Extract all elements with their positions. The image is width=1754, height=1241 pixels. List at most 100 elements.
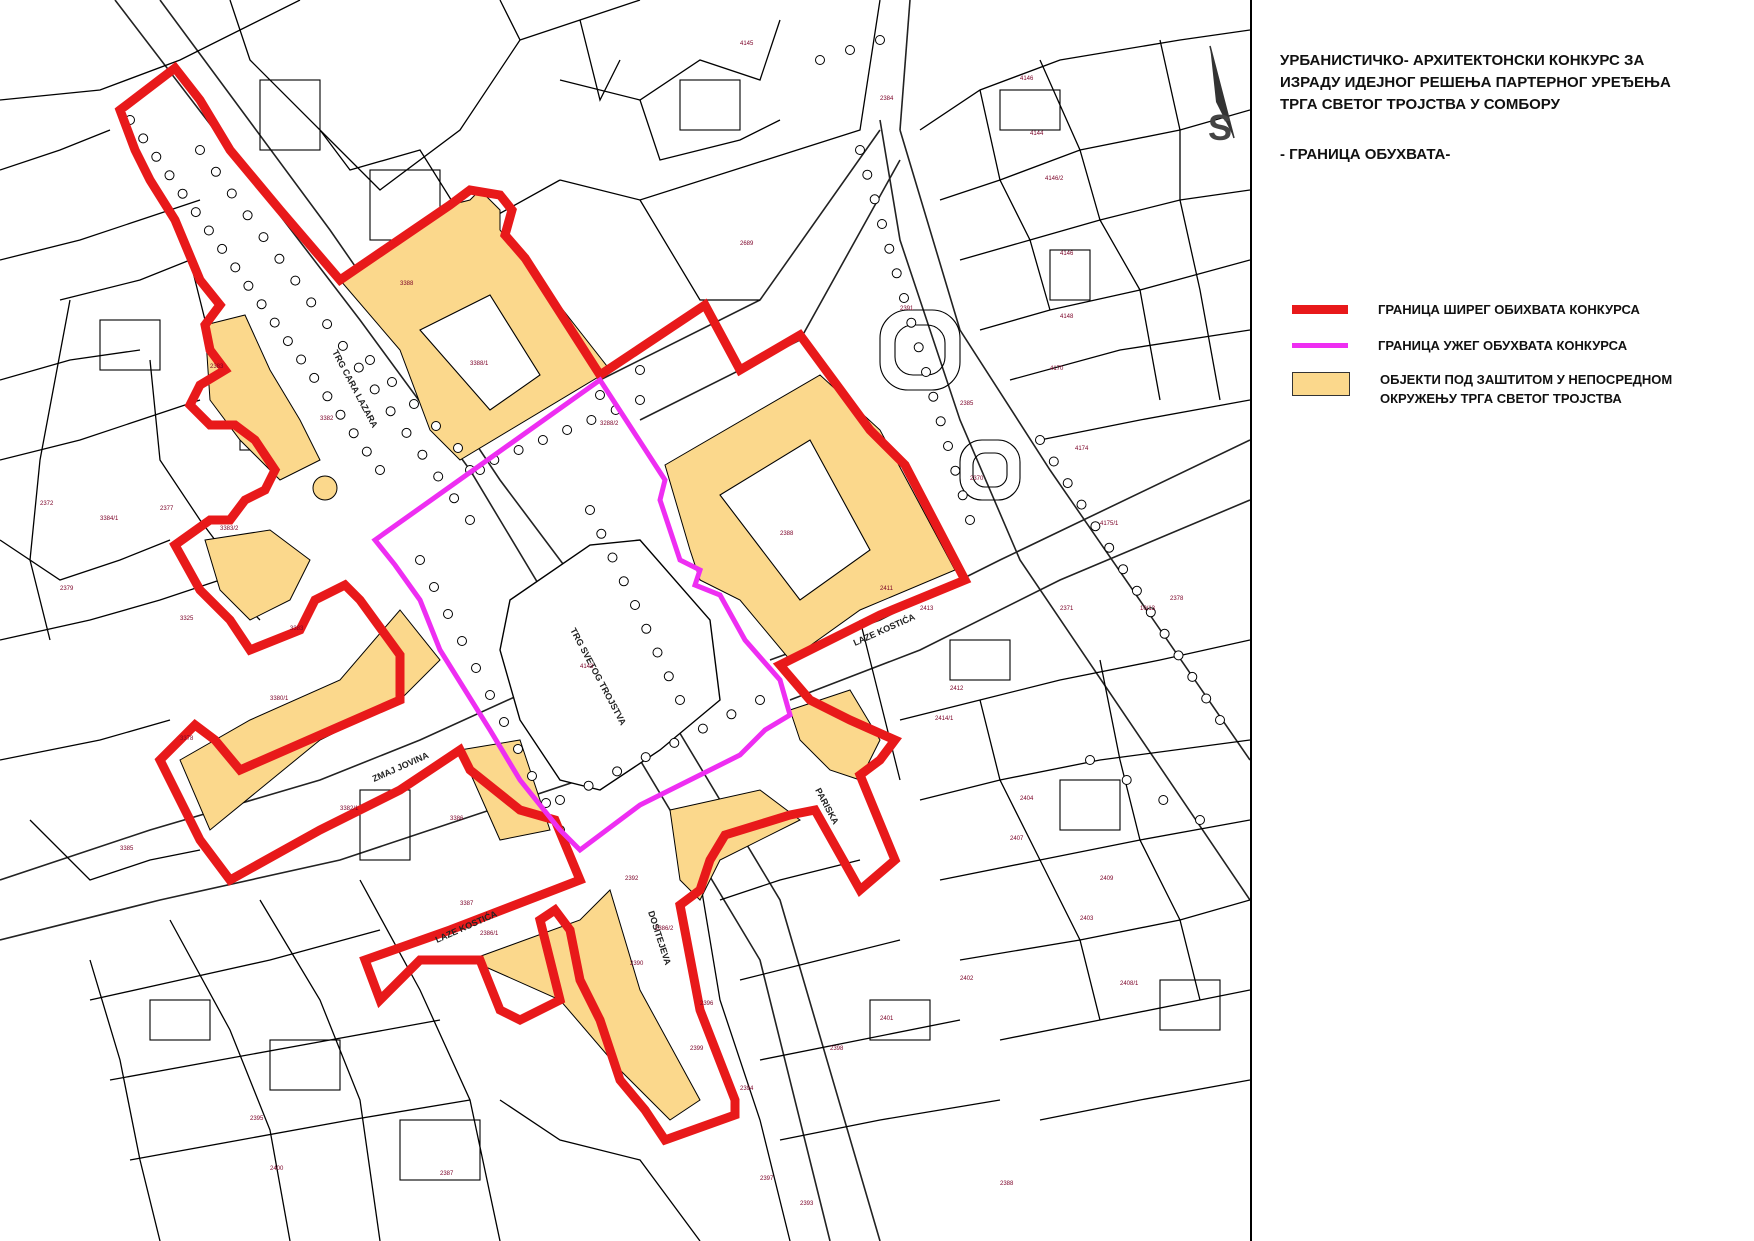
tree-icon — [537, 435, 548, 445]
tree-icon — [290, 275, 301, 286]
tree-icon — [884, 243, 895, 254]
building — [869, 999, 931, 1041]
north-arrow-icon: S — [1208, 45, 1235, 148]
lot-line — [739, 939, 901, 981]
tree-icon — [369, 384, 380, 395]
parcel-number-label: 3388 — [400, 281, 414, 287]
tree-icon — [921, 367, 931, 377]
lot-line — [59, 259, 211, 341]
building — [949, 639, 1011, 681]
cadastral-map[interactable]: TRG CARA LAZARA TRG SVETOG TROJSTVA ZMAJ… — [0, 0, 1250, 1241]
tree-icon — [485, 690, 495, 700]
tree-icon — [862, 169, 873, 180]
protected-building — [468, 889, 701, 1121]
parcel-number-label: 2402 — [960, 976, 974, 982]
lot-line — [1039, 59, 1161, 401]
tree-icon — [965, 515, 975, 525]
tree-icon — [1187, 671, 1198, 682]
parcel-number-label: 3378 — [180, 736, 194, 742]
tree-icon — [845, 45, 855, 55]
tree-icon — [203, 225, 214, 236]
parcel-number-label: 2412 — [950, 686, 964, 692]
tree-icon — [1090, 521, 1101, 532]
parcel-number-label: 3383/2 — [220, 526, 239, 532]
parcel-number-label: 2390 — [630, 961, 644, 967]
lot-line — [229, 0, 521, 191]
legend-item-inner-boundary: ГРАНИЦА УЖЕГ ОБУХВАТА КОНКУРСА — [1292, 336, 1627, 355]
tree-icon — [957, 490, 968, 501]
tree-icon — [1158, 795, 1169, 805]
tree-icon — [256, 299, 267, 310]
street-edge — [639, 159, 901, 421]
parcel-number-label: 2387 — [440, 1171, 454, 1177]
parcel-number-label: 4143 — [580, 664, 594, 670]
street-label-laze-kostica-south: LAZE KOSTIĆA — [433, 908, 499, 945]
tree-icon — [726, 709, 737, 720]
tree-icon — [595, 390, 605, 400]
building — [99, 319, 161, 371]
parcel-number-label: 2413 — [920, 606, 934, 612]
parcel-number-label: 4174 — [1075, 446, 1089, 452]
tree-icon — [465, 515, 475, 525]
parcel-number-label: 2396 — [700, 1001, 714, 1007]
tree-icon — [1131, 585, 1142, 596]
tree-icon — [1035, 435, 1045, 445]
parcel-number-label: 4146 — [1060, 251, 1074, 257]
tree-icon — [612, 766, 623, 777]
tree-icon — [1048, 456, 1059, 467]
tree-icon — [309, 372, 320, 383]
tree-icon — [453, 443, 463, 453]
tree-icon — [443, 609, 453, 619]
lot-line — [639, 199, 760, 301]
parcel-number-label: 2404 — [1020, 796, 1034, 802]
tree-icon — [269, 317, 280, 328]
parcel-number-label: 10/13 — [1140, 606, 1156, 612]
protected-building — [312, 475, 338, 501]
tree-icon — [1076, 499, 1087, 510]
legend-item-outer-boundary: ГРАНИЦА ШИРЕГ ОБИХВАТА КОНКУРСА — [1292, 300, 1640, 319]
parcel-number-label: 2397 — [760, 1176, 774, 1182]
parcel-number-label: 2391 — [900, 306, 914, 312]
street-label-dositejeva: DOSITEJEVA — [646, 910, 673, 967]
parcel-number-label: 3386 — [450, 816, 464, 822]
building — [269, 1039, 341, 1091]
parcel-number-label: 2388 — [1000, 1181, 1014, 1187]
tree-icon — [869, 194, 880, 205]
parcel-number-label: 2409 — [1100, 876, 1114, 882]
central-square — [499, 539, 721, 791]
legend-label: ОКРУЖЕЊУ ТРГА СВЕТОГ ТРОЈСТВА — [1380, 391, 1622, 406]
legend-label: ГРАНИЦА УЖЕГ ОБУХВАТА КОНКУРСА — [1378, 338, 1628, 353]
parcel-number-label: 2377 — [160, 506, 174, 512]
parcel-number-label: 2379 — [60, 586, 74, 592]
parcel-number-label: 2386/1 — [480, 931, 499, 937]
tree-icon — [1173, 650, 1184, 661]
parcel-number-label: 2408/1 — [1120, 981, 1139, 987]
tree-icon — [1215, 715, 1225, 725]
parcel-number-label: 4148 — [1060, 314, 1074, 320]
lot-line — [499, 1099, 701, 1241]
lot-line — [89, 929, 381, 1001]
tree-icon — [322, 391, 333, 402]
tree-icon — [935, 416, 946, 427]
tree-icon — [641, 623, 652, 634]
building — [999, 89, 1061, 131]
tree-icon — [190, 207, 201, 218]
street-edge — [879, 119, 1250, 901]
tree-icon — [226, 188, 237, 199]
lot-line — [579, 19, 621, 102]
protected-building — [179, 609, 441, 831]
parcel-number-label: 2394 — [740, 1086, 754, 1092]
building — [259, 79, 321, 151]
tree-icon — [258, 232, 269, 243]
tree-icon — [635, 365, 645, 375]
parcel-number-label: 4146 — [1020, 76, 1034, 82]
tree-icon — [877, 219, 887, 229]
tree-icon — [1195, 815, 1205, 825]
title-line-3: ТРГА СВЕТОГ ТРОЈСТВА У СОМБОРУ — [1280, 96, 1560, 113]
building — [1049, 249, 1091, 301]
parcel-number-label: 4175/1 — [1100, 521, 1119, 527]
parcel-number-label: 2385 — [960, 401, 974, 407]
parcel-number-label: 2689 — [740, 241, 754, 247]
tree-icon — [306, 297, 317, 308]
parcel-number-label: 2383 — [210, 364, 224, 370]
